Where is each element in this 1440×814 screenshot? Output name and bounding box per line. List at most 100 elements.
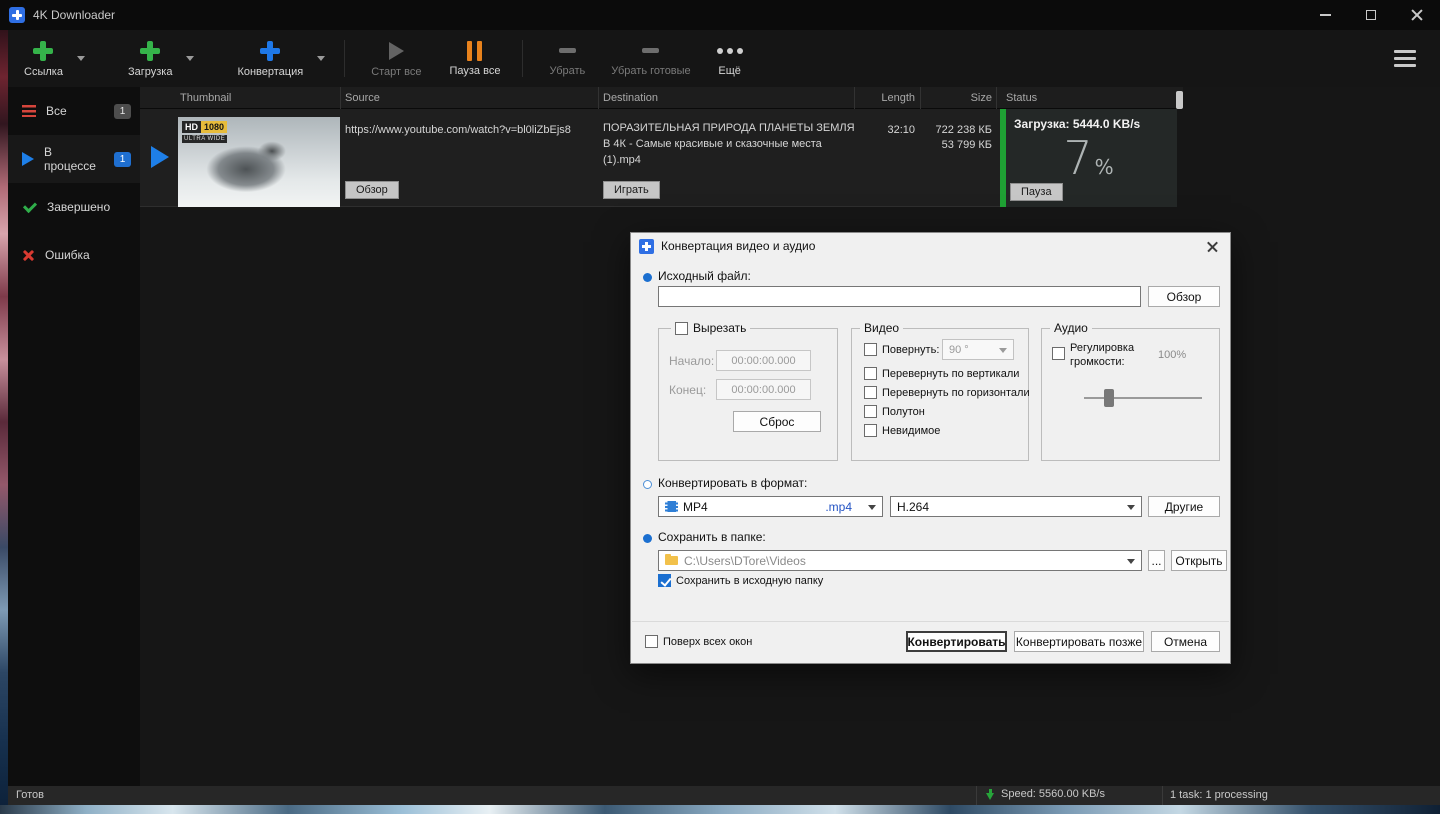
download-button[interactable]: Загрузка	[118, 30, 182, 87]
open-folder-button[interactable]: Открыть	[1171, 550, 1227, 571]
pause-all-label: Пауза все	[449, 64, 501, 77]
sidebar-item-label: Ошибка	[45, 248, 90, 262]
add-link-dropdown[interactable]	[70, 30, 92, 87]
sidebar-item-error[interactable]: Ошибка	[8, 231, 140, 279]
add-link-group: Ссылка	[14, 30, 92, 87]
download-speed-label: Загрузка: 5444.0 KB/s	[1014, 117, 1141, 131]
invisible-checkbox[interactable]	[864, 424, 877, 437]
resume-play-icon[interactable]	[151, 146, 169, 168]
sidebar-item-completed[interactable]: Завершено	[8, 183, 140, 231]
download-row[interactable]: HD 1080 ULTRA WIDE https://www.youtube.c…	[140, 109, 1177, 207]
chevron-down-icon	[868, 505, 876, 510]
format-combo[interactable]: MP4 .mp4	[658, 496, 883, 517]
flip-horizontal-label: Перевернуть по горизонтали	[882, 386, 1030, 399]
rotate-checkbox[interactable]	[864, 343, 877, 356]
minimize-button[interactable]	[1302, 0, 1348, 30]
slider-thumb[interactable]	[1104, 389, 1114, 407]
ontop-checkbox[interactable]	[645, 635, 658, 648]
column-header-source[interactable]: Source	[345, 92, 380, 104]
flip-vertical-checkbox[interactable]	[864, 367, 877, 380]
source-cell: https://www.youtube.com/watch?v=bl0liZbE…	[345, 109, 597, 207]
minus-icon	[642, 48, 660, 53]
quality-badge: HD 1080	[182, 121, 228, 133]
remove-finished-button[interactable]: Убрать готовые	[601, 30, 700, 87]
invisible-label: Невидимое	[882, 424, 941, 437]
volume-checkbox[interactable]	[1052, 347, 1065, 360]
other-formats-button[interactable]: Другие	[1148, 496, 1220, 517]
sidebar-item-all[interactable]: Все 1	[8, 87, 140, 135]
column-header-thumbnail[interactable]: Thumbnail	[180, 92, 231, 104]
folder-path: C:\Users\DTore\Videos	[684, 553, 806, 568]
menu-button[interactable]	[1388, 44, 1422, 73]
column-header-destination[interactable]: Destination	[603, 92, 658, 104]
slider-track[interactable]	[1084, 397, 1202, 399]
browse-folder-button[interactable]: ...	[1148, 550, 1165, 571]
convert-later-button[interactable]: Конвертировать позже	[1014, 631, 1144, 652]
ontop-row[interactable]: Поверх всех окон	[645, 635, 752, 648]
column-header-status[interactable]: Status	[1006, 92, 1037, 104]
pause-row-button[interactable]: Пауза	[1010, 183, 1063, 201]
flip-vertical-row[interactable]: Перевернуть по вертикали	[864, 367, 1019, 380]
folder-combo[interactable]: C:\Users\DTore\Videos	[658, 550, 1142, 571]
status-ready-text: Готов	[16, 789, 44, 801]
save-source-checkbox[interactable]	[658, 574, 671, 587]
reset-button[interactable]: Сброс	[733, 411, 821, 432]
save-source-row[interactable]: Сохранить в исходную папку	[658, 574, 823, 587]
play-file-button[interactable]: Играть	[603, 181, 660, 199]
chevron-down-icon	[999, 348, 1007, 353]
maximize-button[interactable]	[1348, 0, 1394, 30]
codec-combo[interactable]: H.264	[890, 496, 1142, 517]
column-divider	[598, 87, 599, 109]
column-header-length[interactable]: Length	[860, 92, 915, 104]
source-file-bullet	[643, 273, 652, 282]
cancel-button[interactable]: Отмена	[1151, 631, 1220, 652]
video-thumbnail[interactable]: HD 1080 ULTRA WIDE	[178, 117, 340, 207]
end-time-input[interactable]	[716, 379, 811, 400]
browse-source-button[interactable]: Обзор	[345, 181, 399, 199]
more-dots-icon	[716, 41, 743, 61]
start-all-button[interactable]: Старт все	[361, 30, 431, 87]
halftone-checkbox[interactable]	[864, 405, 877, 418]
title-bar[interactable]: 4K Downloader	[0, 0, 1440, 30]
convert-dropdown[interactable]	[310, 30, 332, 87]
dialog-close-button[interactable]	[1194, 233, 1230, 259]
plus-icon	[139, 40, 161, 62]
add-link-button[interactable]: Ссылка	[14, 30, 73, 87]
format-radio[interactable]	[643, 480, 652, 489]
volume-value: 100%	[1158, 349, 1187, 361]
sidebar-item-label: В процессе	[44, 145, 96, 173]
convert-now-button[interactable]: Конвертировать	[906, 631, 1007, 652]
audio-group-label: Аудио	[1050, 321, 1092, 335]
close-button[interactable]	[1394, 0, 1440, 30]
save-source-label: Сохранить в исходную папку	[676, 574, 824, 587]
destination-filename: ПОРАЗИТЕЛЬНАЯ ПРИРОДА ПЛАНЕТЫ ЗЕМЛЯ В 4К…	[603, 122, 855, 166]
rotate-combo[interactable]: 90 °	[942, 339, 1014, 360]
column-header-size[interactable]: Size	[940, 92, 992, 104]
dialog-title-bar[interactable]: Конвертация видео и аудио	[631, 233, 1230, 259]
desktop-wallpaper-bottom	[0, 805, 1440, 814]
format-value: MP4	[683, 499, 708, 514]
start-time-input[interactable]	[716, 350, 811, 371]
volume-slider[interactable]	[1084, 389, 1202, 407]
browse-button[interactable]: Обзор	[1148, 286, 1220, 307]
more-button[interactable]: Ещё	[707, 30, 753, 87]
conversion-dialog: Конвертация видео и аудио Исходный файл:…	[630, 232, 1231, 664]
convert-button[interactable]: Конвертация	[227, 30, 313, 87]
column-divider	[340, 87, 341, 109]
cut-checkbox[interactable]	[675, 321, 688, 335]
video-group: Видео Повернуть: 90 ° Перевернуть по вер…	[851, 321, 1030, 461]
pause-all-button[interactable]: Пауза все	[439, 30, 510, 87]
halftone-row[interactable]: Полутон	[864, 405, 925, 418]
sidebar-item-in-progress[interactable]: В процессе 1	[8, 135, 140, 183]
cut-checkbox-row[interactable]: Вырезать	[671, 321, 751, 335]
download-dropdown[interactable]	[179, 30, 201, 87]
source-file-input[interactable]	[658, 286, 1141, 307]
status-cell: Загрузка: 5444.0 KB/s 7 % Пауза	[1000, 109, 1177, 207]
flip-horizontal-checkbox[interactable]	[864, 386, 877, 399]
invisible-row[interactable]: Невидимое	[864, 424, 940, 437]
vertical-scrollbar-thumb[interactable]	[1176, 91, 1183, 109]
remove-button[interactable]: Убрать	[539, 30, 595, 87]
flip-horizontal-row[interactable]: Перевернуть по горизонтали	[864, 386, 1030, 399]
plus-icon	[259, 40, 281, 62]
toolbar-separator	[522, 40, 524, 77]
